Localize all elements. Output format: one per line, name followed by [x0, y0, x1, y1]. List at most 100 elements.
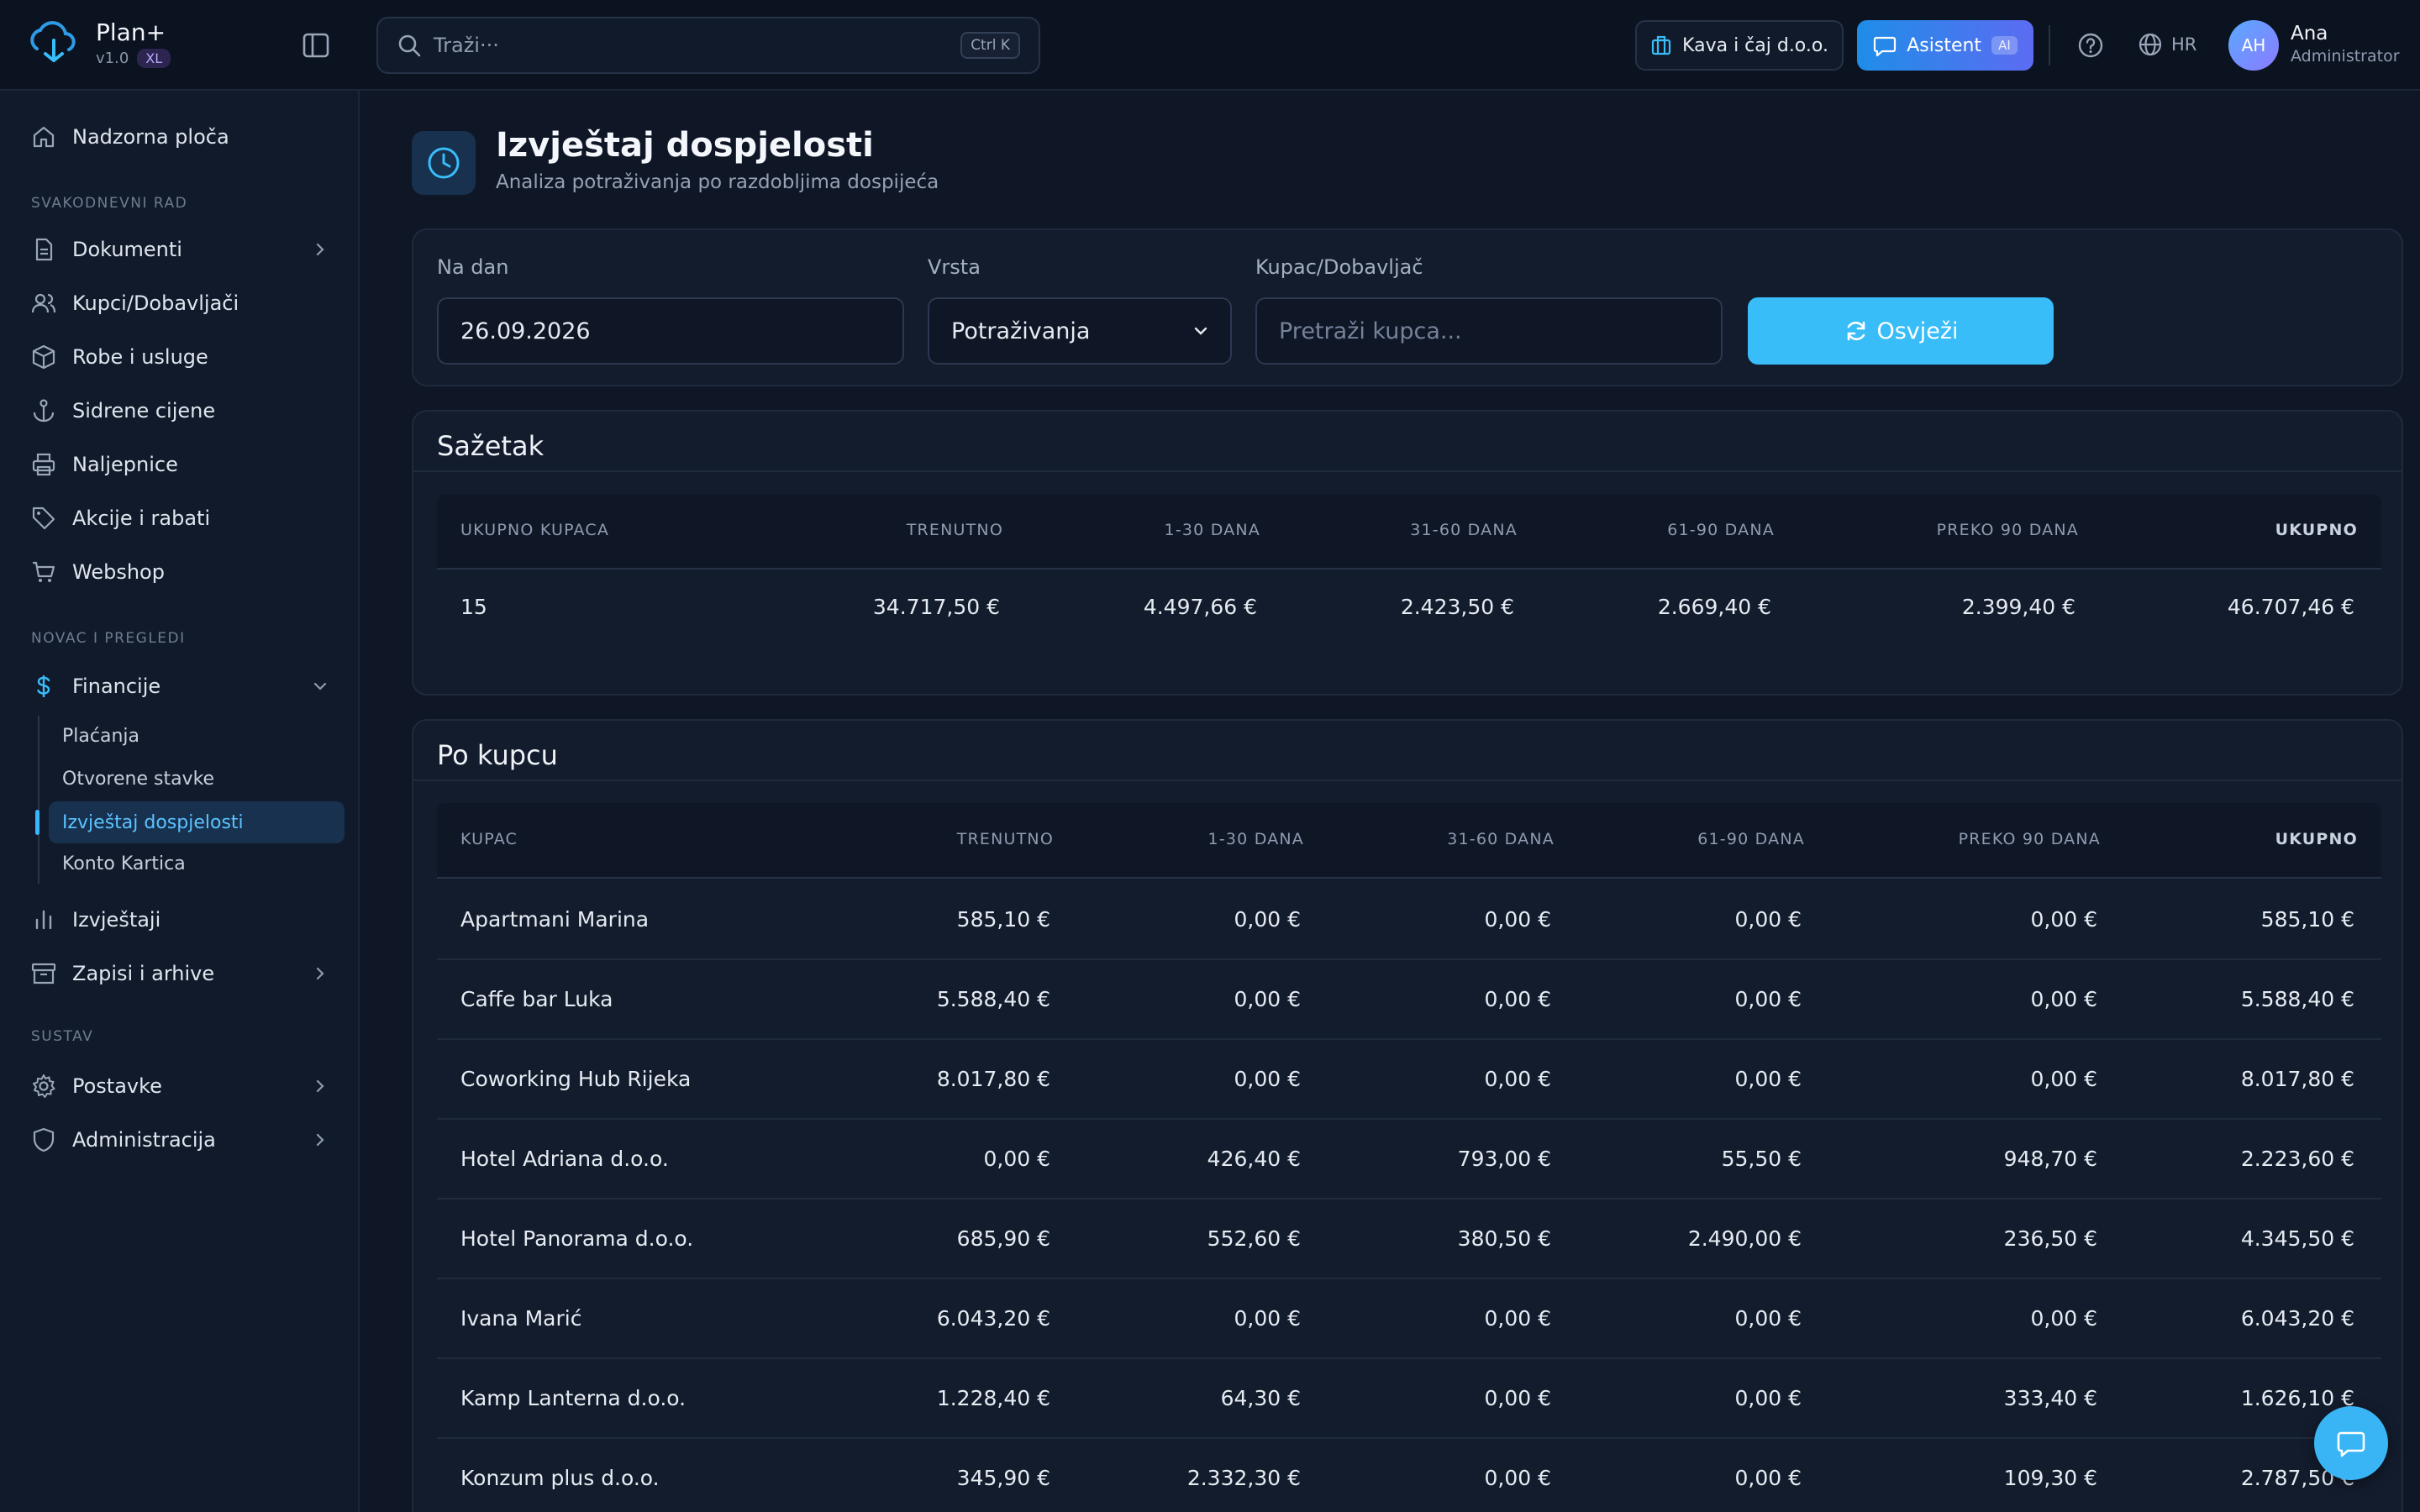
- amount-cell: 2.332,30 €: [1186, 1466, 1301, 1490]
- customer-name-cell[interactable]: Ivana Marić: [460, 1306, 581, 1331]
- amount-cell: 0,00 €: [1484, 1306, 1551, 1331]
- company-selector-button[interactable]: Kava i čaj d.o.o.: [1635, 20, 1844, 71]
- refresh-button[interactable]: Osvježi: [1748, 297, 2054, 365]
- sidebar-item-settings[interactable]: Postavke: [30, 1065, 329, 1107]
- home-icon: [33, 126, 55, 148]
- sidebar-toggle-icon[interactable]: [301, 30, 331, 60]
- table-row-divider: [437, 1198, 2381, 1200]
- customer-name-cell[interactable]: Kamp Lanterna d.o.o.: [460, 1386, 686, 1410]
- customer-name-cell[interactable]: Coworking Hub Rijeka: [460, 1067, 691, 1091]
- brand[interactable]: Plan+ v1.0 XL: [25, 15, 171, 71]
- sidebar-item-documents[interactable]: Dokumenti: [30, 228, 329, 270]
- chevron-right-icon: [316, 1079, 324, 1093]
- page-subtitle: Analiza potraživanja po razdobljima dosp…: [496, 171, 939, 193]
- amount-cell: 0,00 €: [983, 1147, 1050, 1171]
- language-selector[interactable]: HR: [2138, 32, 2196, 57]
- summary-1-30: 4.497,66 €: [1143, 595, 1257, 619]
- company-name: Kava i čaj d.o.o.: [1682, 34, 1828, 56]
- sidebar-item-labels[interactable]: Naljepnice: [30, 444, 329, 486]
- sidebar-item-anchor-prices[interactable]: Sidrene cijene: [30, 390, 329, 432]
- amount-cell: 0,00 €: [2030, 907, 2097, 932]
- amount-cell: 0,00 €: [1234, 907, 1301, 932]
- assistant-button[interactable]: Asistent AI: [1857, 20, 2033, 71]
- active-indicator: [35, 810, 39, 835]
- amount-cell: 0,00 €: [1234, 1067, 1301, 1091]
- sidebar-item-webshop[interactable]: Webshop: [30, 551, 329, 593]
- sidebar-subitem-payments[interactable]: Plaćanja: [62, 719, 139, 753]
- amount-cell: 2.490,00 €: [1687, 1226, 1802, 1251]
- summary-card: Sažetak UKUPNO KUPACA TRENUTNO 1-30 DANA…: [412, 410, 2403, 696]
- customer-name-cell[interactable]: Konzum plus d.o.o.: [460, 1466, 660, 1490]
- amount-cell: 5.588,40 €: [936, 987, 1050, 1011]
- avatar[interactable]: AH: [2228, 20, 2279, 71]
- amount-cell: 333,40 €: [2003, 1386, 2097, 1410]
- sidebar-subitem-aging-report[interactable]: Izvještaj dospjelosti: [49, 801, 345, 843]
- search-shortcut: Ctrl K: [960, 32, 1020, 59]
- amount-cell: 8.017,80 €: [936, 1067, 1050, 1091]
- sidebar-item-finance[interactable]: Financije: [30, 665, 329, 707]
- dollar-icon: [37, 675, 50, 697]
- chevron-down-icon: [1194, 327, 1207, 335]
- sidebar-subitem-account-card[interactable]: Konto Kartica: [62, 847, 186, 880]
- page-title: Izvještaj dospjelosti: [496, 126, 874, 165]
- column-header: TRENUTNO: [906, 521, 1003, 539]
- sidebar-item-label: Sidrene cijene: [72, 399, 216, 423]
- sidebar-item-reports[interactable]: Izvještaji: [30, 899, 329, 941]
- user-role: Administrator: [2291, 47, 2400, 66]
- summary-over-90: 2.399,40 €: [1961, 595, 2075, 619]
- amount-cell: 6.043,20 €: [936, 1306, 1050, 1331]
- sidebar-item-records[interactable]: Zapisi i arhive: [30, 953, 329, 995]
- date-input[interactable]: 26.09.2026: [437, 297, 904, 365]
- user-menu[interactable]: Ana Administrator: [2291, 22, 2400, 67]
- customer-name-cell[interactable]: Hotel Panorama d.o.o.: [460, 1226, 693, 1251]
- amount-cell: 0,00 €: [1484, 1386, 1551, 1410]
- amount-cell: 0,00 €: [1234, 987, 1301, 1011]
- amount-cell: 0,00 €: [1484, 987, 1551, 1011]
- chat-fab-button[interactable]: [2314, 1406, 2388, 1480]
- type-select[interactable]: Potraživanja: [928, 297, 1232, 365]
- plan-badge: XL: [137, 48, 171, 68]
- user-name: Ana: [2291, 23, 2328, 45]
- section-label-daily: SVAKODNEVNI RAD: [31, 195, 188, 212]
- amount-cell: 5.588,40 €: [2240, 987, 2354, 1011]
- amount-cell: 6.043,20 €: [2240, 1306, 2354, 1331]
- sidebar-item-label: Nadzorna ploča: [72, 125, 229, 149]
- amount-cell: 948,70 €: [2003, 1147, 2097, 1171]
- search-placeholder: Traži···: [434, 34, 499, 57]
- section-label-money: NOVAC I PREGLEDI: [31, 630, 186, 647]
- sidebar-item-label: Webshop: [72, 560, 165, 584]
- globe-icon: [2139, 33, 2162, 56]
- sidebar-subitem-open-items[interactable]: Otvorene stavke: [62, 762, 214, 795]
- sidebar-item-partners[interactable]: Kupci/Dobavljači: [30, 282, 329, 324]
- customer-name-cell[interactable]: Hotel Adriana d.o.o.: [460, 1147, 669, 1171]
- amount-cell: 1.228,40 €: [936, 1386, 1050, 1410]
- column-header: PREKO 90 DANA: [1958, 830, 2101, 848]
- customer-name-cell[interactable]: Apartmani Marina: [460, 907, 649, 932]
- sidebar-item-label: Naljepnice: [72, 453, 178, 476]
- sidebar-item-administration[interactable]: Administracija: [30, 1119, 329, 1161]
- sidebar-item-goods[interactable]: Robe i usluge: [30, 336, 329, 378]
- table-row-divider: [437, 1038, 2381, 1040]
- partner-search-input[interactable]: Pretraži kupca...: [1255, 297, 1723, 365]
- amount-cell: 0,00 €: [1484, 1067, 1551, 1091]
- amount-cell: 380,50 €: [1457, 1226, 1551, 1251]
- amount-cell: 64,30 €: [1220, 1386, 1301, 1410]
- divider: [413, 470, 2402, 472]
- amount-cell: 0,00 €: [1734, 907, 1802, 932]
- amount-cell: 2.223,60 €: [2240, 1147, 2354, 1171]
- top-bar: Plan+ v1.0 XL Traži··· Ctrl K Kava i čaj…: [0, 0, 2420, 91]
- chevron-right-icon: [316, 967, 324, 980]
- search-input[interactable]: Traži··· Ctrl K: [376, 17, 1040, 74]
- by-customer-title: Po kupcu: [437, 739, 558, 771]
- clock-icon: [428, 147, 460, 179]
- amount-cell: 0,00 €: [1734, 1067, 1802, 1091]
- document-icon: [35, 238, 53, 261]
- column-header: 61-90 DANA: [1667, 521, 1775, 539]
- amount-cell: 0,00 €: [2030, 987, 2097, 1011]
- sidebar-item-dashboard[interactable]: Nadzorna ploča: [30, 116, 329, 158]
- help-circle-icon[interactable]: [2077, 32, 2104, 59]
- amount-cell: 8.017,80 €: [2240, 1067, 2354, 1091]
- customer-name-cell[interactable]: Caffe bar Luka: [460, 987, 613, 1011]
- sidebar-item-promotions[interactable]: Akcije i rabati: [30, 497, 329, 539]
- amount-cell: 0,00 €: [1734, 1466, 1802, 1490]
